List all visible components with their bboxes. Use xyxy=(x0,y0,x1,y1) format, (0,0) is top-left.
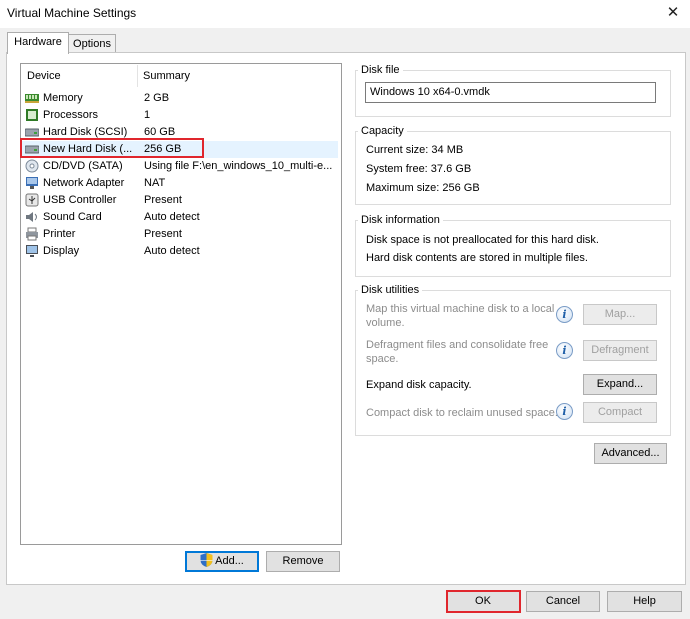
device-row-network-adapter[interactable]: Network Adapter NAT xyxy=(22,175,338,192)
device-name: Hard Disk (SCSI) xyxy=(43,126,128,138)
disk-file-field[interactable]: Windows 10 x64-0.vmdk xyxy=(365,82,656,103)
disk-info-line-2: Hard disk contents are stored in multipl… xyxy=(366,252,588,264)
map-info-icon[interactable]: i xyxy=(556,306,573,323)
device-row-memory[interactable]: Memory 2 GB xyxy=(22,90,338,107)
device-summary: 1 xyxy=(144,109,151,121)
ok-highlight-box xyxy=(446,590,521,613)
device-summary: Auto detect xyxy=(144,211,200,223)
disk-info-line-1: Disk space is not preallocated for this … xyxy=(366,234,599,246)
help-button[interactable]: Help xyxy=(607,591,682,612)
processor-icon xyxy=(26,109,38,121)
display-icon xyxy=(26,245,38,257)
device-name: Memory xyxy=(43,92,83,104)
defragment-button[interactable]: Defragment xyxy=(583,340,657,361)
device-row-usb-controller[interactable]: USB Controller Present xyxy=(22,192,338,209)
device-name: Network Adapter xyxy=(43,177,125,189)
device-name: USB Controller xyxy=(43,194,117,206)
memory-icon xyxy=(25,94,39,103)
sound-card-icon xyxy=(26,212,37,222)
column-header-device[interactable]: Device xyxy=(27,64,61,88)
device-name: Processors xyxy=(43,109,99,121)
advanced-button[interactable]: Advanced... xyxy=(594,443,667,464)
system-free-text: System free: 37.6 GB xyxy=(366,163,472,175)
device-summary: 2 GB xyxy=(144,92,170,104)
current-size-text: Current size: 34 MB xyxy=(366,144,464,156)
device-summary: NAT xyxy=(144,177,166,189)
add-button[interactable]: Add... xyxy=(185,551,259,572)
cancel-button[interactable]: Cancel xyxy=(526,591,600,612)
column-separator xyxy=(137,65,138,87)
close-button[interactable]: ✕ xyxy=(658,1,688,25)
selection-highlight-box xyxy=(20,138,204,158)
add-button-label: Add... xyxy=(215,555,244,567)
map-description-2: volume. xyxy=(366,317,405,329)
window-title: Virtual Machine Settings xyxy=(7,6,137,20)
device-row-sound-card[interactable]: Sound Card Auto detect xyxy=(22,209,338,226)
capacity-label: Capacity xyxy=(358,125,407,137)
tab-hardware[interactable]: Hardware xyxy=(7,32,69,54)
device-summary: Present xyxy=(144,228,182,240)
device-summary: Auto detect xyxy=(144,245,200,257)
printer-icon xyxy=(26,227,38,241)
defragment-info-icon[interactable]: i xyxy=(556,342,573,359)
device-row-processors[interactable]: Processors 1 xyxy=(22,107,338,124)
hard-disk-icon xyxy=(25,128,39,137)
device-summary: Present xyxy=(144,194,182,206)
expand-button[interactable]: Expand... xyxy=(583,374,657,395)
device-name: CD/DVD (SATA) xyxy=(43,160,123,172)
map-button[interactable]: Map... xyxy=(583,304,657,325)
disk-file-value: Windows 10 x64-0.vmdk xyxy=(370,86,490,98)
device-row-display[interactable]: Display Auto detect xyxy=(22,243,338,260)
map-description-1: Map this virtual machine disk to a local xyxy=(366,303,555,315)
device-summary: Using file F:\en_windows_10_multi-e... xyxy=(144,160,333,172)
device-name: Printer xyxy=(43,228,76,240)
expand-description: Expand disk capacity. xyxy=(366,379,472,391)
defragment-description-2: space. xyxy=(366,353,399,365)
remove-button[interactable]: Remove xyxy=(266,551,340,572)
network-adapter-icon xyxy=(26,177,38,189)
device-name: Sound Card xyxy=(43,211,102,223)
device-list[interactable]: Device Summary Memory 2 GB Processors 1 … xyxy=(20,63,342,545)
device-name: Display xyxy=(43,245,80,257)
defragment-description-1: Defragment files and consolidate free xyxy=(366,339,549,351)
device-row-cd-dvd[interactable]: CD/DVD (SATA) Using file F:\en_windows_1… xyxy=(22,158,338,175)
shield-icon xyxy=(200,553,213,567)
compact-button[interactable]: Compact xyxy=(583,402,657,423)
maximum-size-text: Maximum size: 256 GB xyxy=(366,182,480,194)
usb-icon xyxy=(25,193,39,207)
device-row-printer[interactable]: Printer Present xyxy=(22,226,338,243)
cd-dvd-icon xyxy=(25,159,39,173)
disk-utilities-label: Disk utilities xyxy=(358,284,423,296)
device-summary: 60 GB xyxy=(144,126,176,138)
tab-options[interactable]: Options xyxy=(68,34,116,53)
disk-information-group xyxy=(355,220,671,277)
disk-information-label: Disk information xyxy=(358,214,443,226)
disk-file-label: Disk file xyxy=(358,64,403,76)
close-icon: ✕ xyxy=(666,4,680,21)
column-header-summary[interactable]: Summary xyxy=(143,64,190,88)
compact-info-icon[interactable]: i xyxy=(556,403,573,420)
compact-description: Compact disk to reclaim unused space. xyxy=(366,407,558,419)
